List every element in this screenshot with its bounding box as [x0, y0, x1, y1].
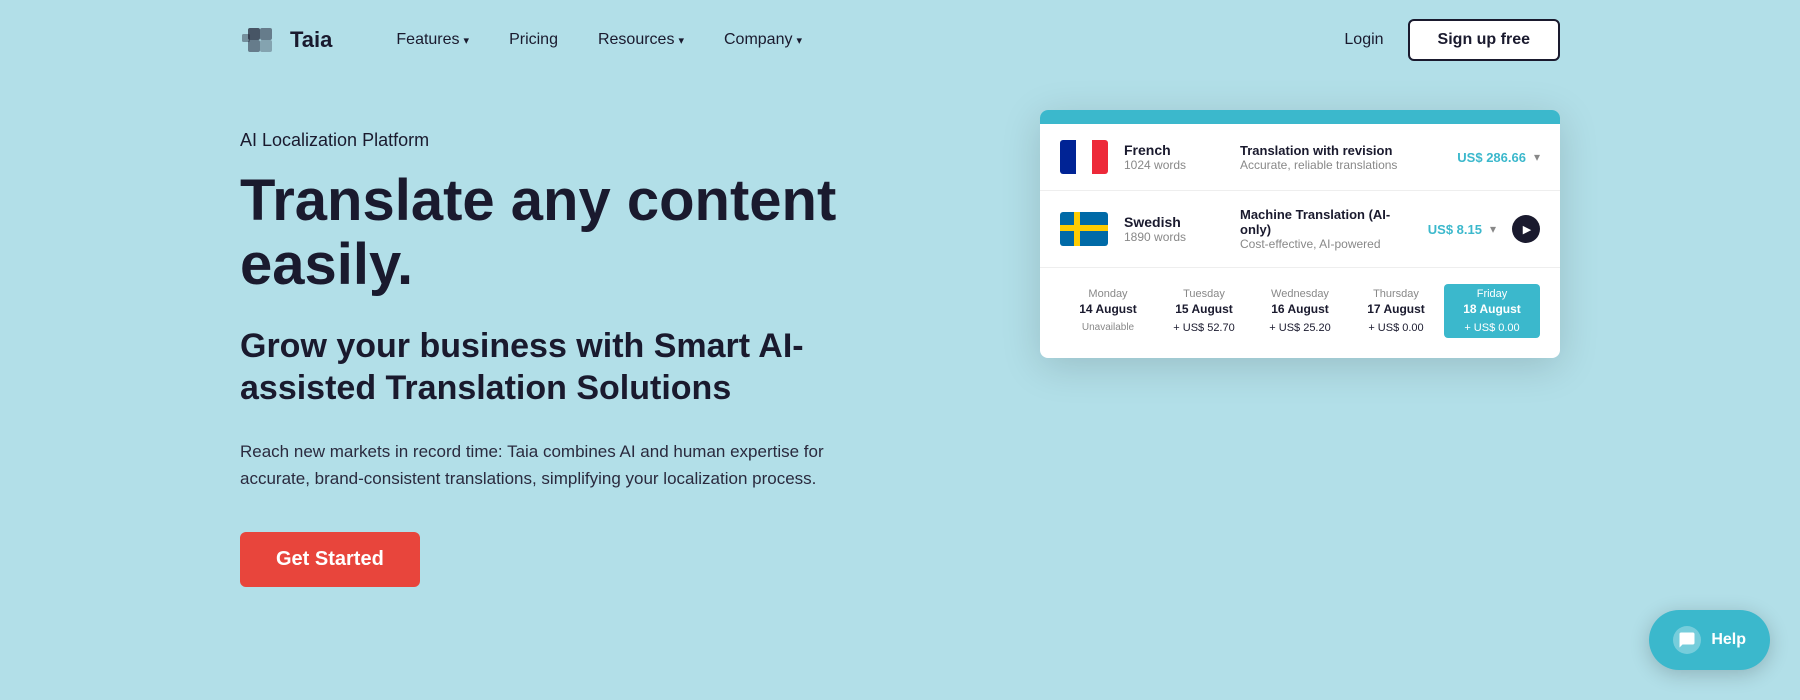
flag-swedish	[1060, 212, 1108, 246]
calendar-section: Monday 14 August Unavailable Tuesday 15 …	[1040, 268, 1560, 358]
chat-label: Help	[1711, 631, 1746, 649]
price-swedish: US$ 8.15	[1428, 222, 1482, 237]
service-desc-swedish: Cost-effective, AI-powered	[1240, 237, 1412, 251]
cal-date: 14 August	[1066, 302, 1150, 316]
nav-company[interactable]: Company ▾	[708, 23, 818, 57]
hero-title: Translate any content easily.	[240, 169, 960, 297]
logo-text: Taia	[290, 27, 332, 53]
lang-name-swedish: Swedish	[1124, 214, 1224, 230]
nav-pricing[interactable]: Pricing	[493, 23, 574, 57]
price-info-swedish: US$ 8.15 ▾	[1428, 222, 1496, 237]
nav-right: Login Sign up free	[1344, 19, 1560, 61]
price-french: US$ 286.66	[1457, 150, 1526, 165]
cal-date: 18 August	[1450, 302, 1534, 316]
cal-day: Thursday	[1354, 288, 1438, 300]
lang-info-swedish: Swedish 1890 words	[1124, 214, 1224, 244]
chat-icon	[1673, 626, 1701, 654]
navbar: Taia Features ▾ Pricing Resources ▾ Comp…	[0, 0, 1800, 80]
translation-row-swedish: Swedish 1890 words Machine Translation (…	[1040, 191, 1560, 268]
cal-day: Wednesday	[1258, 288, 1342, 300]
lang-info-french: French 1024 words	[1124, 142, 1224, 172]
chevron-down-icon: ▾	[796, 34, 802, 47]
cal-col-tuesday[interactable]: Tuesday 15 August + US$ 52.70	[1156, 284, 1252, 338]
cal-price: + US$ 25.20	[1258, 322, 1342, 334]
cal-price: + US$ 0.00	[1450, 322, 1534, 334]
nav-resources[interactable]: Resources ▾	[582, 23, 700, 57]
chevron-down-icon: ▾	[464, 34, 470, 47]
cal-date: 17 August	[1354, 302, 1438, 316]
calendar-grid: Monday 14 August Unavailable Tuesday 15 …	[1060, 284, 1540, 338]
hero-description: Reach new markets in record time: Taia c…	[240, 438, 840, 492]
service-name-swedish: Machine Translation (AI-only)	[1240, 207, 1412, 237]
chevron-down-icon: ▾	[678, 34, 684, 47]
cal-day: Monday	[1066, 288, 1150, 300]
lang-words-swedish: 1890 words	[1124, 230, 1224, 244]
service-name-french: Translation with revision	[1240, 143, 1441, 158]
login-button[interactable]: Login	[1344, 31, 1383, 49]
chat-widget[interactable]: Help	[1649, 610, 1770, 670]
hero-tag: AI Localization Platform	[240, 130, 1000, 151]
cal-day: Friday	[1450, 288, 1534, 300]
play-button[interactable]: ▶	[1512, 215, 1540, 243]
cal-price: + US$ 0.00	[1354, 322, 1438, 334]
service-info-french: Translation with revision Accurate, reli…	[1240, 143, 1441, 172]
ui-card-header	[1040, 110, 1560, 124]
signup-button[interactable]: Sign up free	[1408, 19, 1560, 61]
ui-card: French 1024 words Translation with revis…	[1040, 110, 1560, 358]
cal-day: Tuesday	[1162, 288, 1246, 300]
nav-features[interactable]: Features ▾	[380, 23, 485, 57]
cal-col-monday[interactable]: Monday 14 August Unavailable	[1060, 284, 1156, 338]
get-started-button[interactable]: Get Started	[240, 532, 420, 587]
lang-words-french: 1024 words	[1124, 158, 1224, 172]
service-desc-french: Accurate, reliable translations	[1240, 158, 1441, 172]
hero-section: AI Localization Platform Translate any c…	[0, 80, 1800, 700]
service-info-swedish: Machine Translation (AI-only) Cost-effec…	[1240, 207, 1412, 251]
cal-date: 15 August	[1162, 302, 1246, 316]
cal-status: Unavailable	[1066, 322, 1150, 333]
cal-date: 16 August	[1258, 302, 1342, 316]
ui-card-body: French 1024 words Translation with revis…	[1040, 124, 1560, 358]
cal-price: + US$ 52.70	[1162, 322, 1246, 334]
nav-links: Features ▾ Pricing Resources ▾ Company ▾	[380, 23, 1344, 57]
lang-name-french: French	[1124, 142, 1224, 158]
chevron-down-icon[interactable]: ▾	[1534, 150, 1540, 164]
cal-col-friday[interactable]: Friday 18 August + US$ 0.00	[1444, 284, 1540, 338]
price-info-french: US$ 286.66 ▾	[1457, 150, 1540, 165]
hero-left: AI Localization Platform Translate any c…	[240, 120, 1000, 587]
chevron-down-icon[interactable]: ▾	[1490, 222, 1496, 236]
cal-col-thursday[interactable]: Thursday 17 August + US$ 0.00	[1348, 284, 1444, 338]
flag-french	[1060, 140, 1108, 174]
logo[interactable]: Taia	[240, 20, 332, 60]
hero-right: French 1024 words Translation with revis…	[1040, 120, 1560, 358]
cal-col-wednesday[interactable]: Wednesday 16 August + US$ 25.20	[1252, 284, 1348, 338]
hero-subtitle: Grow your business with Smart AI-assiste…	[240, 325, 920, 410]
logo-icon	[240, 20, 280, 60]
translation-row-french: French 1024 words Translation with revis…	[1040, 124, 1560, 191]
